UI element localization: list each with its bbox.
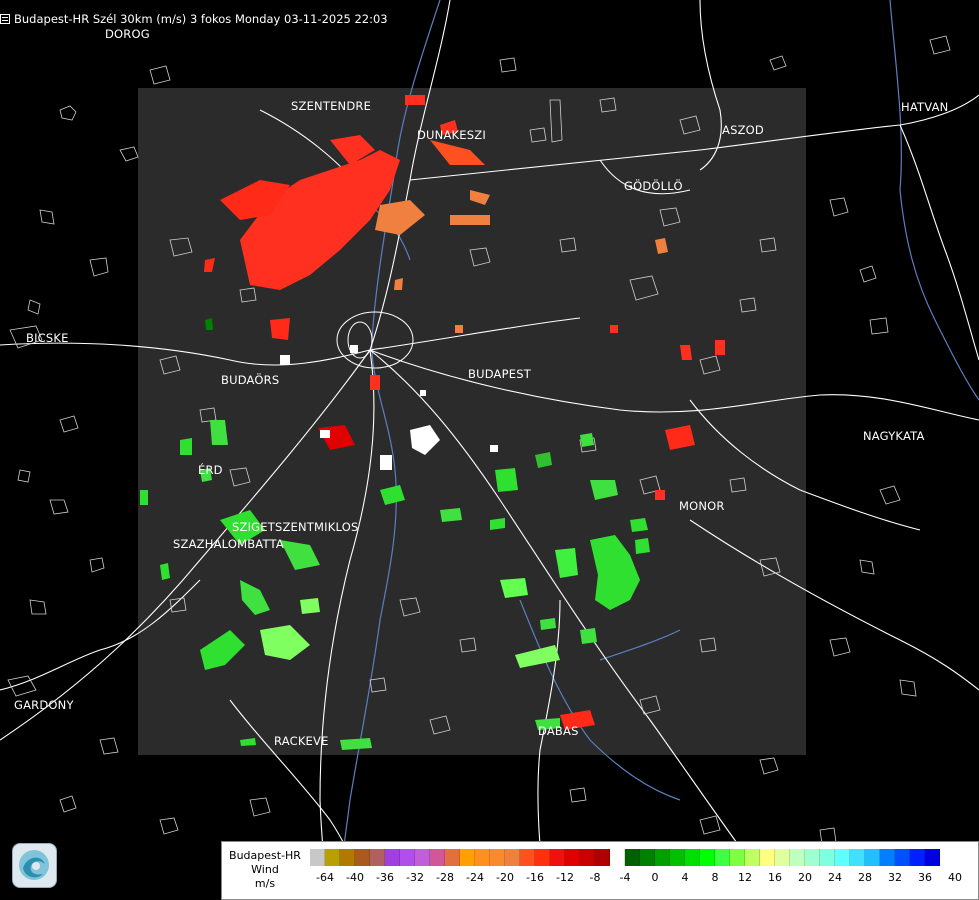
legend-tick: -12 bbox=[556, 871, 574, 884]
place-label: BUDAÖRS bbox=[221, 373, 280, 387]
legend-tick: -8 bbox=[589, 871, 601, 884]
place-label: NAGYKATA bbox=[863, 429, 925, 443]
place-label: HATVAN bbox=[901, 100, 949, 114]
legend-swatch bbox=[790, 849, 805, 866]
place-label: ÉRD bbox=[198, 463, 223, 477]
legend-swatch bbox=[505, 849, 520, 866]
legend-tick-labels: -64 -40 -36 -32 -28 -24 -20 -16 -12 -8 -4 0 4 8 12 16 20… bbox=[310, 871, 970, 891]
legend-tick: 20 bbox=[798, 871, 812, 884]
legend-swatch bbox=[385, 849, 400, 866]
legend-swatch bbox=[595, 849, 610, 866]
legend-tick: 16 bbox=[768, 871, 782, 884]
legend-swatch bbox=[670, 849, 685, 866]
legend-swatch bbox=[370, 849, 385, 866]
legend-station: Budapest-HR bbox=[229, 849, 301, 862]
menu-icon[interactable] bbox=[0, 14, 10, 24]
legend-swatch bbox=[700, 849, 715, 866]
legend-swatch bbox=[340, 849, 355, 866]
legend-swatch bbox=[865, 849, 880, 866]
radar-map-view: Budapest-HR Szél 30km (m/s) 3 fokos Mond… bbox=[0, 0, 979, 900]
legend-swatch bbox=[355, 849, 370, 866]
legend-tick: -24 bbox=[466, 871, 484, 884]
legend-swatch bbox=[640, 849, 655, 866]
legend-tick: -20 bbox=[496, 871, 514, 884]
color-legend: Budapest-HR Wind m/s -64 -40 -36 -32 -28 -24-… bbox=[221, 841, 979, 900]
legend-swatch bbox=[895, 849, 910, 866]
legend-swatch bbox=[610, 849, 625, 866]
place-label: SZAZHALOMBATTA bbox=[173, 537, 284, 551]
place-label: BUDAPEST bbox=[468, 367, 531, 381]
place-label: MONOR bbox=[679, 499, 725, 513]
legend-swatch bbox=[535, 849, 550, 866]
legend-swatch bbox=[580, 849, 595, 866]
radar-coverage-area bbox=[138, 88, 806, 755]
legend-swatch bbox=[820, 849, 835, 866]
place-label: SZENTENDRE bbox=[291, 99, 372, 113]
legend-swatch bbox=[805, 849, 820, 866]
legend-swatch bbox=[460, 849, 475, 866]
legend-tick: 8 bbox=[711, 871, 719, 884]
place-label: GARDONY bbox=[14, 698, 74, 712]
place-label: GÖDÖLLÖ bbox=[624, 179, 683, 193]
legend-tick: 28 bbox=[858, 871, 872, 884]
legend-color-scale bbox=[310, 849, 940, 866]
legend-swatch bbox=[310, 849, 325, 866]
title-text: Budapest-HR Szél 30km (m/s) 3 fokos Mond… bbox=[14, 12, 388, 26]
legend-swatch bbox=[550, 849, 565, 866]
legend-swatch bbox=[715, 849, 730, 866]
legend-swatch bbox=[520, 849, 535, 866]
legend-tick: 12 bbox=[738, 871, 752, 884]
legend-tick: -28 bbox=[436, 871, 454, 884]
legend-tick: 4 bbox=[681, 871, 689, 884]
place-label: DUNAKESZI bbox=[417, 128, 486, 142]
legend-swatch bbox=[625, 849, 640, 866]
legend-unit: m/s bbox=[254, 877, 276, 890]
legend-swatch bbox=[925, 849, 940, 866]
legend-swatch bbox=[880, 849, 895, 866]
legend-tick: -64 bbox=[316, 871, 334, 884]
legend-swatch bbox=[685, 849, 700, 866]
legend-swatch bbox=[490, 849, 505, 866]
weather-service-logo bbox=[12, 843, 57, 888]
legend-tick: 24 bbox=[828, 871, 842, 884]
legend-tick: -4 bbox=[619, 871, 631, 884]
place-label: KUNSZENTMIKLOS bbox=[420, 887, 524, 900]
legend-swatch bbox=[775, 849, 790, 866]
legend-swatch bbox=[835, 849, 850, 866]
legend-swatch bbox=[445, 849, 460, 866]
legend-tick: 0 bbox=[651, 871, 659, 884]
legend-swatch bbox=[730, 849, 745, 866]
place-label: SZIGETSZENTMIKLOS bbox=[232, 520, 359, 534]
map-title: Budapest-HR Szél 30km (m/s) 3 fokos Mond… bbox=[0, 12, 388, 26]
place-label: BICSKE bbox=[26, 331, 69, 345]
legend-swatch bbox=[325, 849, 340, 866]
place-label: NAGYKOROS bbox=[899, 883, 970, 896]
legend-swatch bbox=[415, 849, 430, 866]
legend-swatch bbox=[850, 849, 865, 866]
legend-swatch bbox=[475, 849, 490, 866]
place-label: DABAS bbox=[538, 724, 579, 738]
place-label: DOROG bbox=[105, 27, 150, 41]
place-label: RACKEVE bbox=[274, 734, 329, 748]
legend-swatch bbox=[430, 849, 445, 866]
legend-quantity: Wind bbox=[251, 863, 279, 876]
legend-swatch bbox=[655, 849, 670, 866]
legend-tick: -16 bbox=[526, 871, 544, 884]
legend-title: Budapest-HR Wind m/s bbox=[226, 849, 304, 891]
legend-swatch bbox=[565, 849, 580, 866]
legend-tick: -40 bbox=[346, 871, 364, 884]
place-label: ASZOD bbox=[722, 123, 764, 137]
base-map bbox=[0, 0, 979, 900]
legend-swatch bbox=[745, 849, 760, 866]
legend-tick: -32 bbox=[406, 871, 424, 884]
legend-swatch bbox=[760, 849, 775, 866]
legend-swatch bbox=[910, 849, 925, 866]
legend-swatch bbox=[400, 849, 415, 866]
legend-tick: -36 bbox=[376, 871, 394, 884]
